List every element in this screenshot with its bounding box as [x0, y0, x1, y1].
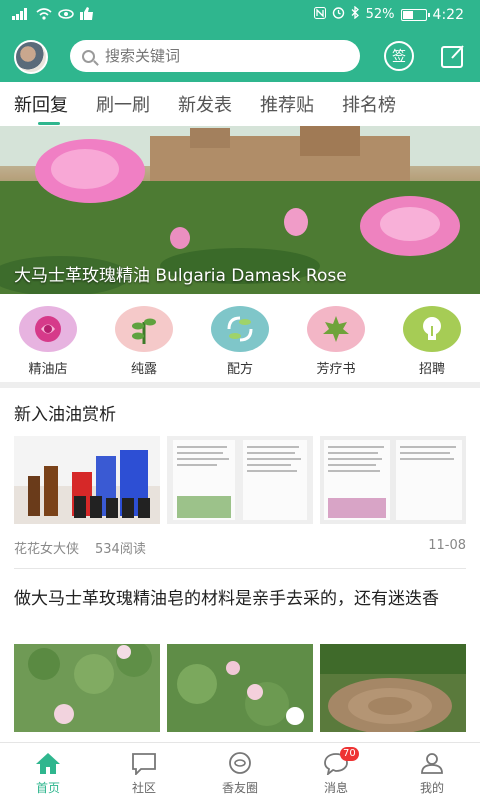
- tab-recommended[interactable]: 推荐贴: [260, 91, 314, 117]
- search-bar[interactable]: [70, 40, 360, 72]
- sign-in-button[interactable]: 签: [384, 41, 414, 71]
- post-image[interactable]: [14, 644, 160, 732]
- nav-label: 社区: [131, 781, 156, 795]
- category-label: 纯露: [130, 362, 157, 377]
- search-input[interactable]: [105, 47, 335, 65]
- nav-label: 消息: [323, 781, 348, 795]
- message-badge: 70: [340, 747, 359, 761]
- category-recipes[interactable]: 配方: [200, 306, 280, 382]
- category-label: 精油店: [28, 362, 68, 377]
- post-thumbnails[interactable]: [14, 436, 466, 524]
- alarm-icon: [332, 6, 345, 23]
- post-thumbnails[interactable]: [14, 644, 466, 732]
- eye-icon: [58, 8, 74, 24]
- battery-percent: 52%: [365, 7, 395, 22]
- nav-community[interactable]: 社区: [96, 743, 192, 800]
- user-icon: [421, 753, 443, 774]
- post-divider: [14, 568, 466, 569]
- rose-icon: [19, 306, 77, 352]
- bottom-nav: 首页 社区 香友圈 70 消息 我的: [0, 742, 480, 800]
- sign-in-label: 签: [392, 49, 406, 65]
- nav-messages[interactable]: 70 消息: [288, 743, 384, 800]
- tab-refresh[interactable]: 刷一刷: [96, 91, 150, 117]
- post-image[interactable]: [167, 436, 313, 524]
- post-meta: 花花女大侠 534阅读 11-08: [14, 538, 466, 557]
- nav-profile[interactable]: 我的: [384, 743, 480, 800]
- sprout-icon: [115, 306, 173, 352]
- banner-caption: 大马士革玫瑰精油 Bulgaria Damask Rose: [14, 266, 347, 286]
- nav-label: 香友圈: [221, 781, 258, 795]
- nfc-icon: [313, 6, 326, 23]
- tab-bar: 新回复 刷一刷 新发表 推荐贴 排名榜: [0, 82, 480, 126]
- battery-icon: [400, 8, 430, 21]
- category-jobs[interactable]: 招聘: [392, 306, 472, 382]
- nav-friends-circle[interactable]: 香友圈: [192, 743, 288, 800]
- circle-icon: [229, 752, 251, 774]
- tab-new-posts[interactable]: 新发表: [178, 91, 232, 117]
- compose-button[interactable]: [440, 43, 466, 69]
- category-aromatherapy-books[interactable]: 芳疗书: [296, 306, 376, 382]
- section-divider: [0, 382, 480, 388]
- bluetooth-icon: [351, 5, 360, 23]
- banner[interactable]: 大马士革玫瑰精油 Bulgaria Damask Rose: [0, 126, 480, 294]
- home-icon: [36, 753, 60, 774]
- top-bar: 52% 4:22 签: [0, 0, 480, 82]
- compose-icon: [441, 45, 464, 68]
- wifi-icon: [36, 7, 52, 24]
- nav-label: 我的: [419, 781, 444, 795]
- signal-icon: [12, 8, 30, 23]
- post-image[interactable]: [167, 644, 313, 732]
- thumbs-up-icon: [80, 7, 94, 24]
- leaf-cycle-icon: [211, 306, 269, 352]
- status-time: 4:22: [432, 6, 464, 23]
- post-image[interactable]: [320, 436, 466, 524]
- post-image[interactable]: [14, 436, 160, 524]
- category-label: 芳疗书: [316, 362, 356, 377]
- chat-bubble-icon: [132, 753, 156, 775]
- tab-rankings[interactable]: 排名榜: [342, 91, 396, 117]
- nav-home[interactable]: 首页: [0, 743, 96, 800]
- post-author[interactable]: 花花女大侠: [14, 538, 79, 557]
- search-icon: [82, 49, 95, 63]
- category-label: 配方: [226, 362, 253, 377]
- post-title[interactable]: 做大马士革玫瑰精油皂的材料是亲手去采的，还有迷迭香: [14, 585, 466, 613]
- category-hydrosol[interactable]: 纯露: [104, 306, 184, 382]
- avatar[interactable]: [14, 40, 48, 74]
- nav-label: 首页: [35, 781, 60, 795]
- post-title[interactable]: 新入油油赏析: [14, 401, 466, 429]
- status-bar: 52% 4:22: [0, 0, 480, 30]
- category-essential-oil-shop[interactable]: 精油店: [8, 306, 88, 382]
- post-reads: 534阅读: [95, 542, 146, 557]
- maple-leaf-icon: [307, 306, 365, 352]
- app-root: 52% 4:22 签 新回复 刷一刷 新发表 推荐贴 排名榜: [0, 0, 480, 800]
- category-row: 精油店 纯露 配方 芳疗书 招聘: [0, 296, 480, 382]
- category-label: 招聘: [418, 362, 445, 377]
- post-image[interactable]: [320, 644, 466, 732]
- post-date: 11-08: [428, 538, 466, 553]
- lightbulb-icon: [403, 306, 461, 352]
- tab-new-replies[interactable]: 新回复: [14, 91, 68, 125]
